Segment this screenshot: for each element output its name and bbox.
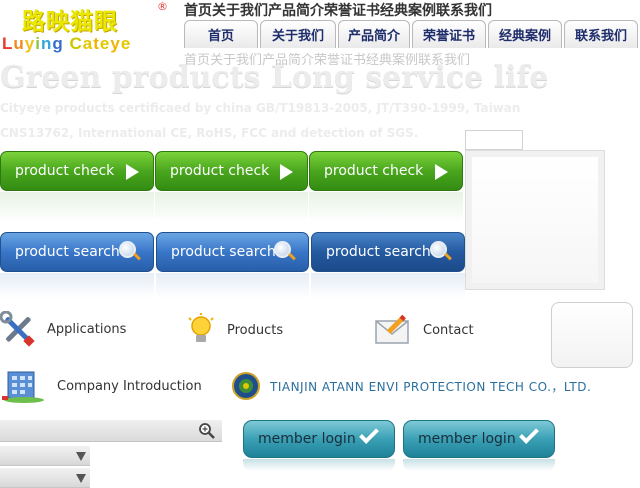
member-login-button-1[interactable]: member login (243, 420, 395, 458)
button-reflection (311, 273, 465, 299)
play-arrow-icon (280, 164, 293, 180)
logo-letter: e (99, 34, 111, 53)
button-reflection (156, 273, 309, 299)
product-search-label: product search (15, 244, 120, 260)
logo-letter: y (110, 34, 121, 53)
product-search-button-2[interactable]: product search (156, 232, 309, 272)
tools-icon (0, 311, 35, 347)
logo-letter: y (24, 34, 36, 53)
product-check-label: product check (170, 163, 270, 179)
logo-letter: a (82, 34, 94, 53)
play-arrow-icon (126, 164, 139, 180)
play-arrow-icon (435, 164, 448, 180)
products-link[interactable]: Products (186, 313, 283, 347)
button-reflection (155, 192, 308, 222)
logo-letter: t (93, 34, 100, 53)
logo-chinese-text: 路映猫眼 (22, 8, 118, 35)
nav-tab-about[interactable]: 关于我们 (260, 20, 336, 48)
chevron-down-icon (76, 452, 86, 461)
button-reflection (243, 459, 395, 471)
nav-tab-products[interactable]: 产品简介 (338, 20, 410, 48)
product-check-button-3[interactable]: product check (309, 151, 463, 191)
building-icon (2, 371, 44, 403)
dropdown-select-2[interactable] (0, 468, 90, 488)
page: 路映猫眼 ® Luying Cateye 首页关于我们产品简介荣誉证书经典案例联… (0, 0, 640, 488)
checkmark-icon (359, 424, 379, 444)
side-panel-content (472, 157, 598, 283)
applications-label: Applications (47, 321, 127, 337)
company-introduction-link[interactable]: Company Introduction (2, 368, 202, 404)
contact-label: Contact (423, 322, 474, 338)
light-bulb-icon (188, 313, 214, 342)
nav-tab-home[interactable]: 首页 (184, 20, 258, 48)
nav-tab-honors[interactable]: 荣誉证书 (412, 20, 486, 48)
member-login-label: member login (418, 431, 516, 447)
button-reflection (309, 192, 463, 222)
product-search-label: product search (326, 244, 431, 260)
product-search-button-3[interactable]: product search (311, 232, 465, 272)
logo-letter: L (2, 34, 14, 53)
button-reflection (403, 459, 555, 471)
registered-mark: ® (157, 0, 168, 13)
logo-letter: C (69, 34, 83, 53)
cert-line-1: Cityeye products certificaed by china GB… (0, 101, 521, 115)
products-label: Products (227, 322, 284, 338)
logo-letter: n (40, 34, 53, 53)
nav-tab-contact[interactable]: 联系我们 (564, 20, 638, 48)
cert-line-2: CNS13762, International CE, RoHS, FCC an… (0, 126, 419, 140)
search-bar[interactable] (0, 420, 222, 442)
side-box (551, 302, 633, 368)
company-emblem-icon (232, 372, 260, 400)
product-check-label: product check (15, 163, 115, 179)
logo-english-text: Luying Cateye (2, 34, 131, 54)
product-check-button-1[interactable]: product check (0, 151, 154, 191)
button-reflection (0, 273, 154, 299)
contact-link[interactable]: Contact (374, 313, 474, 347)
dropdown-select-1[interactable] (0, 446, 90, 466)
company-name: TIANJIN ATANN ENVI PROTECTION TECH CO.，L… (270, 379, 592, 394)
envelope-icon (375, 314, 409, 344)
member-login-button-2[interactable]: member login (403, 420, 555, 458)
applications-link[interactable]: Applications (0, 311, 126, 347)
side-panel-tab[interactable] (465, 130, 523, 150)
top-links-text[interactable]: 首页关于我们产品简介荣誉证书经典案例联系我们 (184, 0, 492, 20)
logo-letter: e (120, 34, 132, 53)
product-check-label: product check (324, 163, 424, 179)
company-info: TIANJIN ATANN ENVI PROTECTION TECH CO.，L… (232, 372, 591, 400)
nav-tab-cases[interactable]: 经典案例 (488, 20, 562, 48)
company-introduction-label: Company Introduction (57, 378, 202, 394)
product-search-button-1[interactable]: product search (0, 232, 154, 272)
member-login-label: member login (258, 431, 356, 447)
chevron-down-icon (76, 474, 86, 483)
logo[interactable]: 路映猫眼 ® Luying Cateye (0, 0, 184, 58)
magnifier-icon (119, 241, 141, 263)
magnifier-icon (274, 241, 296, 263)
button-reflection (0, 192, 154, 222)
product-search-label: product search (171, 244, 276, 260)
product-check-button-2[interactable]: product check (155, 151, 308, 191)
zoom-in-icon[interactable] (198, 422, 216, 440)
logo-letter: u (13, 34, 25, 53)
main-nav: 首页 关于我们 产品简介 荣誉证书 经典案例 联系我们 (184, 20, 638, 48)
magnifier-icon (430, 241, 452, 263)
hero-headline: Green products Long service life (0, 60, 549, 95)
checkmark-icon (519, 424, 539, 444)
logo-letter: g (52, 34, 64, 53)
side-panel (465, 150, 605, 290)
